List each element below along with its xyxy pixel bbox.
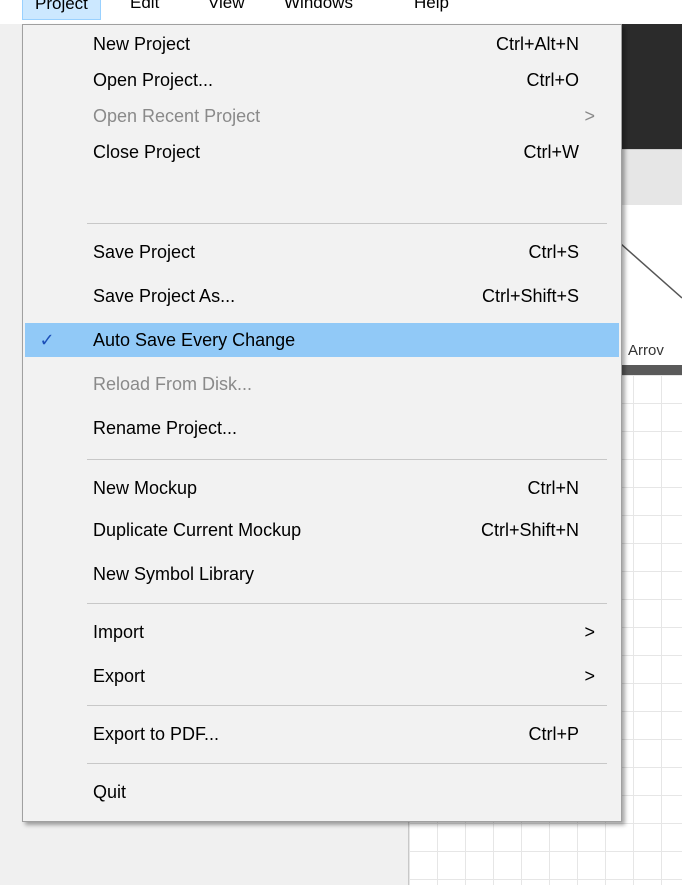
menu-item-save-project[interactable]: Save Project Ctrl+S [25,235,619,269]
menu-edit[interactable]: Edit [118,0,171,18]
menu-item-new-project[interactable]: New Project Ctrl+Alt+N [25,27,619,61]
menu-item-duplicate-mockup[interactable]: Duplicate Current Mockup Ctrl+Shift+N [25,513,619,547]
menu-item-label: Rename Project... [93,418,238,438]
menu-item-label: New Project [93,34,191,54]
menu-item-label: New Symbol Library [93,564,255,584]
shortcut-label: Ctrl+Shift+S [481,286,579,306]
menu-item-new-symbol-library[interactable]: New Symbol Library [25,557,619,591]
menu-item-import[interactable]: Import > [25,615,619,649]
menu-windows[interactable]: Windows [272,0,365,18]
left-panel [0,820,408,885]
menu-item-label: Reload From Disk... [93,374,253,394]
chevron-right-icon: > [584,666,595,686]
menu-view[interactable]: View [196,0,257,18]
menu-item-rename-project[interactable]: Rename Project... [25,411,619,445]
menu-item-label: Save Project As... [93,286,236,306]
menu-item-label: Import [93,622,145,642]
menu-project[interactable]: Project [22,0,101,20]
menu-item-reload-from-disk: Reload From Disk... [25,367,619,401]
shortcut-label: Ctrl+S [528,242,579,262]
checkmark-icon: ✓ [39,330,55,350]
menu-item-label: Close Project [93,142,201,162]
menu-item-export-pdf[interactable]: Export to PDF... Ctrl+P [25,717,619,751]
menu-separator [87,603,607,604]
menu-item-label: New Mockup [93,478,198,498]
menu-item-label: Save Project [93,242,196,262]
menu-item-open-project[interactable]: Open Project... Ctrl+O [25,63,619,97]
shortcut-label: Ctrl+N [527,478,579,498]
menu-help[interactable]: Help [402,0,461,18]
menu-bar: Project Edit View Windows Help [0,0,682,24]
menu-separator [87,705,607,706]
menu-item-export[interactable]: Export > [25,659,619,693]
chevron-right-icon: > [584,106,595,126]
shortcut-label: Ctrl+O [526,70,579,90]
menu-item-label: Open Project... [93,70,214,90]
menu-item-label: Export to PDF... [93,724,220,744]
chevron-right-icon: > [584,622,595,642]
menu-item-new-mockup[interactable]: New Mockup Ctrl+N [25,471,619,505]
project-menu: New Project Ctrl+Alt+N Open Project... C… [22,24,622,822]
menu-item-label: Export [93,666,146,686]
shortcut-label: Ctrl+Alt+N [495,34,579,54]
menu-item-label: Auto Save Every Change [93,330,296,350]
menu-separator [87,763,607,764]
menu-item-quit[interactable]: Quit [25,775,619,809]
shortcut-label: Ctrl+P [528,724,579,744]
shortcut-label: Ctrl+Shift+N [480,520,579,540]
shortcut-label: Ctrl+W [523,142,580,162]
menu-item-open-recent-project: Open Recent Project > [25,99,619,133]
menu-separator [87,459,607,460]
menu-item-save-project-as[interactable]: Save Project As... Ctrl+Shift+S [25,279,619,313]
menu-item-label: Duplicate Current Mockup [93,520,302,540]
menu-item-label: Open Recent Project [93,106,261,126]
menu-separator [87,223,607,224]
menu-item-label: Quit [93,782,127,802]
component-label: Arrov [628,342,664,359]
menu-item-auto-save[interactable]: ✓ Auto Save Every Change [25,323,619,357]
menu-item-close-project[interactable]: Close Project Ctrl+W [25,135,619,169]
